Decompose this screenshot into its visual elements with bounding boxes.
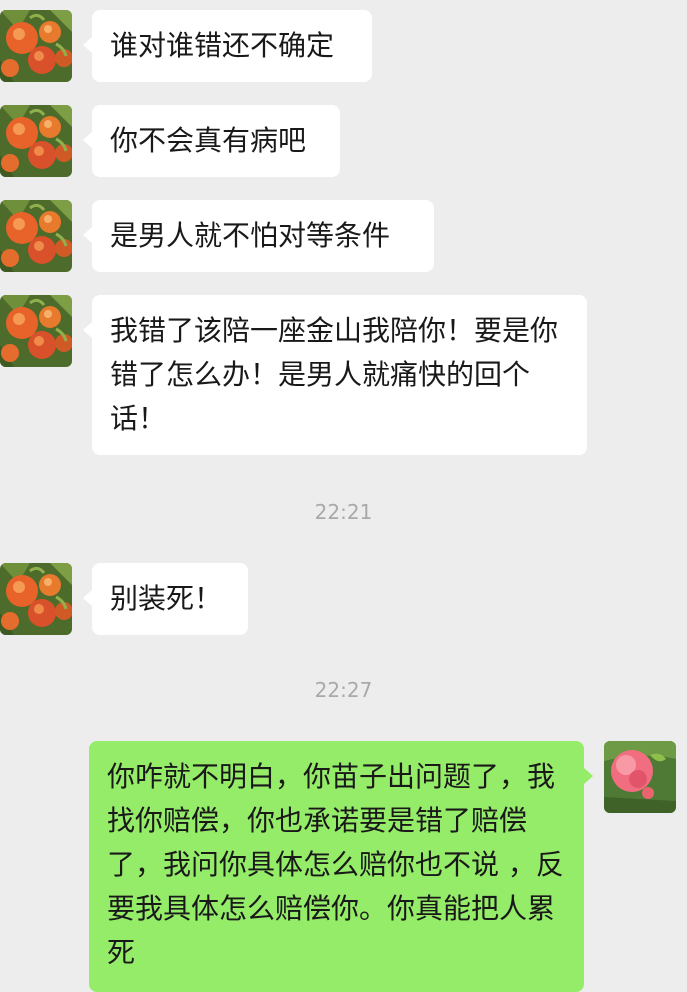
contact-avatar[interactable] — [0, 200, 72, 272]
contact-avatar[interactable] — [0, 10, 72, 82]
message-bubble-incoming[interactable]: 谁对谁错还不确定 — [83, 10, 372, 82]
message-timestamp: 22:21 — [314, 500, 373, 524]
peach-tree-icon — [0, 563, 72, 635]
contact-avatar[interactable] — [0, 105, 72, 177]
peach-tree-icon — [0, 200, 72, 272]
self-avatar[interactable] — [604, 741, 676, 813]
message-timestamp: 22:27 — [314, 678, 373, 702]
message-bubble-incoming[interactable]: 你不会真有病吧 — [83, 105, 340, 177]
message-bubble-incoming[interactable]: 是男人就不怕对等条件 — [83, 200, 434, 272]
contact-avatar[interactable] — [0, 295, 72, 367]
message-bubble-outgoing[interactable]: 你咋就不明白，你苗子出问题了，我找你赔偿，你也承诺要是错了赔偿了，我问你具体怎么… — [89, 741, 593, 992]
message-bubble-incoming[interactable]: 我错了该陪一座金山我陪你！要是你错了怎么办！是男人就痛快的回个话！ — [83, 295, 587, 455]
contact-avatar[interactable] — [0, 563, 72, 635]
peach-icon — [604, 741, 676, 813]
peach-tree-icon — [0, 105, 72, 177]
peach-tree-icon — [0, 10, 72, 82]
message-bubble-incoming[interactable]: 别装死！ — [83, 563, 248, 635]
peach-tree-icon — [0, 295, 72, 367]
